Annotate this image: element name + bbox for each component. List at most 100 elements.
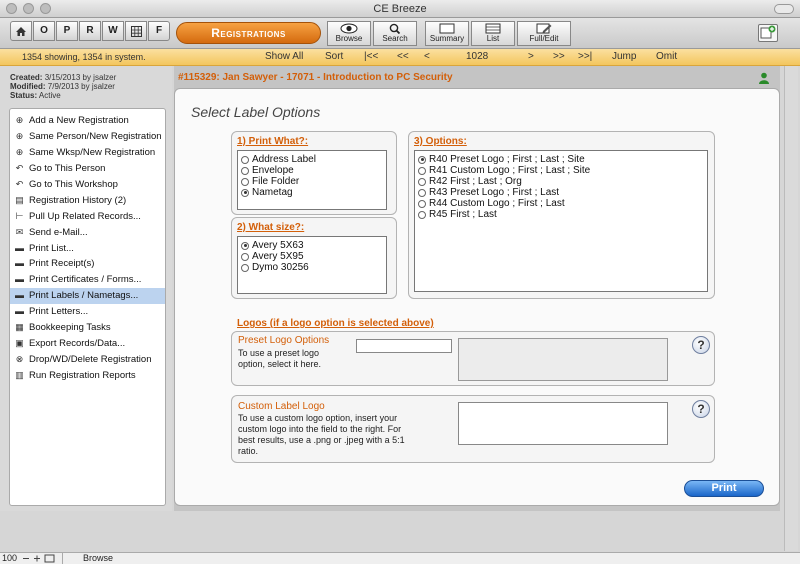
menu-item-label: Same Wksp/New Registration [29,147,156,159]
menu-item-go-to-workshop[interactable]: ↶ Go to This Workshop [10,177,165,193]
vertical-scrollbar[interactable] [784,66,798,551]
browse-button[interactable]: Browse [327,21,371,46]
record-navigation-bar: 1354 showing, 1354 in system. Show All S… [0,49,800,66]
radio-option-r45[interactable]: R45 First ; Last [415,209,707,220]
nav-button-o[interactable]: O [33,21,55,41]
radio-option-r44[interactable]: R44 Custom Logo ; First ; Last [415,198,707,209]
radio-label: Avery 5X63 [252,240,304,251]
omit-link[interactable]: Omit [656,49,677,65]
back-arrow-icon: ↶ [15,163,24,174]
radio-option-r41[interactable]: R41 Custom Logo ; First ; Last ; Site [415,165,707,176]
radio-avery-5x63[interactable]: Avery 5X63 [238,240,386,251]
radio-option-r40[interactable]: R40 Preset Logo ; First ; Last ; Site [415,154,707,165]
created-value: 3/15/2013 by jsalzer [44,73,117,82]
forward-many-link[interactable]: >> [553,49,565,65]
nav-button-f[interactable]: F [148,21,170,41]
preset-logo-help-button[interactable]: ? [692,336,710,354]
menu-item-print-certificates[interactable]: ▬ Print Certificates / Forms... [10,272,165,288]
x-circle-icon: ⊗ [15,353,24,364]
search-label: Search [382,34,408,43]
menu-item-go-to-person[interactable]: ↶ Go to This Person [10,161,165,177]
menu-item-registration-history[interactable]: ▤ Registration History (2) [10,192,165,208]
radio-button [241,252,249,261]
action-menu: ⊕ Add a New Registration ⊕ Same Person/New… [9,108,166,506]
search-button[interactable]: Search [373,21,417,46]
export-icon: ▣ [15,337,24,348]
menu-item-run-reports[interactable]: ▥ Run Registration Reports [10,367,165,383]
nav-button-w[interactable]: W [102,21,124,41]
radio-avery-5x95[interactable]: Avery 5X95 [238,251,386,262]
menu-item-same-workshop[interactable]: ⊕ Same Wksp/New Registration [10,145,165,161]
radio-nametag[interactable]: Nametag [238,187,386,198]
radio-button-selected [241,241,249,250]
record-count: 1354 showing, 1354 in system. [22,52,146,62]
menu-item-print-list[interactable]: ▬ Print List... [10,240,165,256]
radio-file-folder[interactable]: File Folder [238,176,386,187]
full-edit-button[interactable]: Full/Edit [517,21,571,46]
radio-option-r42[interactable]: R42 First ; Last ; Org [415,176,707,187]
record-header: #115329: Jan Sawyer - 17071 - Introducti… [174,70,780,86]
menu-item-add-registration[interactable]: ⊕ Add a New Registration [10,113,165,129]
next-record-link[interactable]: > [528,49,534,65]
logos-section-label: Logos (if a logo option is selected abov… [237,318,434,329]
sort-link[interactable]: Sort [325,49,343,65]
options-list: R40 Preset Logo ; First ; Last ; Site R4… [414,150,708,292]
previous-record-link[interactable]: < [424,49,430,65]
zoom-level[interactable]: 100 [2,553,17,564]
nav-button-group: O P R W F [10,21,171,41]
window-title: CE Breeze [373,3,427,15]
menu-item-drop-registration[interactable]: ⊗ Drop/WD/Delete Registration [10,351,165,367]
menu-item-same-person[interactable]: ⊕ Same Person/New Registration [10,129,165,145]
nav-button-p[interactable]: P [56,21,78,41]
print-button[interactable]: Print [684,480,764,497]
record-number[interactable]: 1028 [466,49,488,65]
preset-logo-select[interactable] [356,339,452,353]
radio-label: Envelope [252,165,294,176]
browse-label: Browse [335,34,363,43]
back-many-link[interactable]: << [397,49,409,65]
zoom-window-button[interactable] [40,3,51,14]
menu-item-send-email[interactable]: ✉ Send e-Mail... [10,224,165,240]
radio-envelope[interactable]: Envelope [238,165,386,176]
list-button[interactable]: List [471,21,515,46]
radio-label: R45 First ; Last [429,209,497,220]
toolbar-toggle-button[interactable] [774,4,794,14]
printer-icon: ▬ [15,242,24,253]
new-window-button[interactable] [758,24,778,42]
show-all-link[interactable]: Show All [265,49,303,65]
custom-logo-container-field[interactable] [458,402,668,445]
preset-logo-title: Preset Logo Options [238,335,330,346]
home-button[interactable] [10,21,32,41]
last-record-link[interactable]: >>| [578,49,592,65]
list-label: List [486,34,500,43]
mode-indicator: Browse [62,553,152,564]
radio-address-label[interactable]: Address Label [238,154,386,165]
modified-label: Modified: [10,82,46,91]
menu-item-print-labels[interactable]: ▬ Print Labels / Nametags... [10,287,165,304]
menu-item-print-receipts[interactable]: ▬ Print Receipt(s) [10,256,165,272]
radio-option-r43[interactable]: R43 Preset Logo ; First ; Last [415,187,707,198]
custom-logo-desc-4: ratio. [238,446,259,456]
zoom-controls-icon[interactable] [22,554,56,563]
menu-item-print-letters[interactable]: ▬ Print Letters... [10,304,165,320]
label-options-card: Select Label Options 1) Print What?: Add… [174,88,780,506]
calculator-button[interactable] [125,21,147,41]
nav-button-r[interactable]: R [79,21,101,41]
bar-chart-icon: ▥ [15,369,24,380]
registrations-tab[interactable]: Registrations [176,22,321,44]
custom-logo-help-button[interactable]: ? [692,400,710,418]
jump-link[interactable]: Jump [612,49,636,65]
minimize-window-button[interactable] [23,3,34,14]
custom-logo-title: Custom Label Logo [238,401,325,412]
summary-button[interactable]: Summary [425,21,469,46]
person-icon[interactable] [758,72,770,84]
menu-item-label: Drop/WD/Delete Registration [29,353,152,365]
radio-dymo-30256[interactable]: Dymo 30256 [238,262,386,273]
menu-item-bookkeeping[interactable]: ▦ Bookkeeping Tasks [10,320,165,336]
first-record-link[interactable]: |<< [364,49,378,65]
radio-label: R41 Custom Logo ; First ; Last ; Site [429,165,591,176]
menu-item-export-records[interactable]: ▣ Export Records/Data... [10,335,165,351]
print-what-label: 1) Print What?: [237,136,309,147]
menu-item-related-records[interactable]: ⊢ Pull Up Related Records... [10,208,165,224]
close-window-button[interactable] [6,3,17,14]
